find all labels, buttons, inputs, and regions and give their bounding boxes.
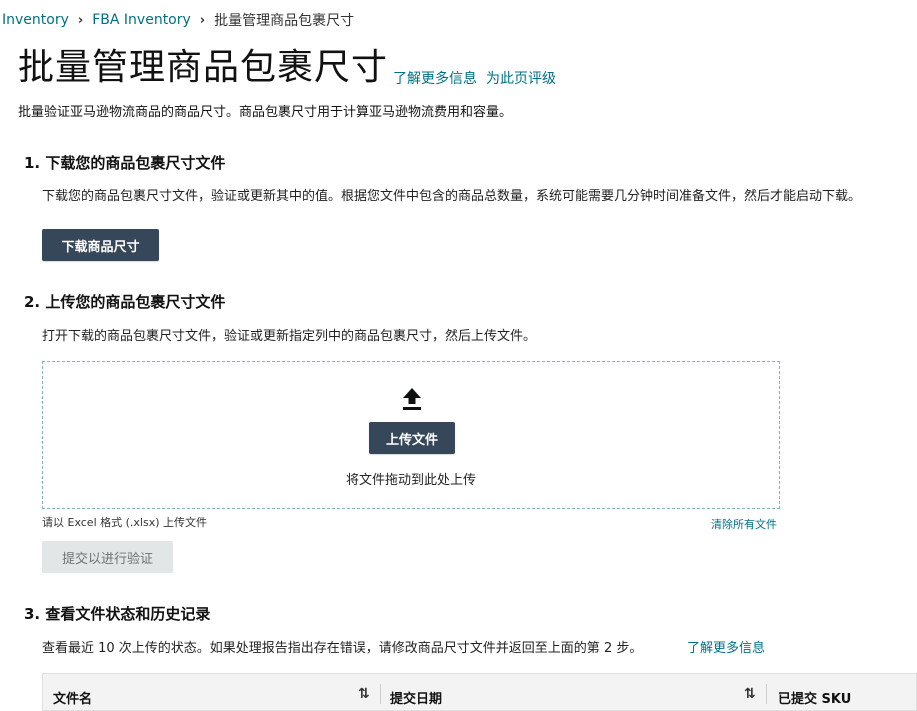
breadcrumb-link-fba-inventory[interactable]: FBA Inventory [92, 12, 191, 28]
rate-page-link[interactable]: 为此页评级 [486, 68, 556, 88]
page-title: 批量管理商品包裹尺寸 [18, 47, 389, 88]
column-header-submit-date[interactable]: 提交日期 [390, 688, 442, 707]
file-format-note: 请以 Excel 格式 (.xlsx) 上传文件 [42, 516, 208, 529]
breadcrumb-current: 批量管理商品包裹尺寸 [214, 13, 355, 29]
step2-heading: 2. 上传您的商品包裹尺寸文件 [24, 293, 226, 311]
breadcrumb: Inventory › FBA Inventory › 批量管理商品包裹尺寸 [2, 10, 354, 30]
step2-text: 打开下载的商品包裹尺寸文件，验证或更新指定列中的商品包裹尺寸，然后上传文件。 [42, 329, 537, 344]
history-table-header: 文件名 ⇅ 提交日期 ⇅ 已提交 SKU [42, 673, 917, 711]
upload-icon [403, 388, 421, 410]
step3-learn-more-link[interactable]: 了解更多信息 [687, 637, 765, 656]
drag-drop-text: 将文件拖动到此处上传 [345, 473, 476, 488]
learn-more-link[interactable]: 了解更多信息 [393, 68, 477, 88]
step1-heading: 1. 下载您的商品包裹尺寸文件 [24, 154, 226, 172]
step3-text: 查看最近 10 次上传的状态。如果处理报告指出存在错误，请修改商品尺寸文件并返回… [42, 641, 643, 656]
column-header-filename[interactable]: 文件名 [53, 688, 92, 707]
step3-heading: 3. 查看文件状态和历史记录 [24, 605, 211, 623]
breadcrumb-link-inventory[interactable]: Inventory [2, 12, 69, 28]
download-dimensions-button[interactable]: 下载商品尺寸 [42, 229, 159, 261]
sort-icon[interactable]: ⇅ [358, 686, 370, 702]
clear-all-files-link[interactable]: 清除所有文件 [711, 516, 777, 532]
column-divider [380, 684, 381, 704]
column-divider [766, 684, 767, 704]
column-header-submitted-sku[interactable]: 已提交 SKU [778, 688, 851, 707]
submit-for-validation-button[interactable]: 提交以进行验证 [42, 541, 173, 573]
sort-icon[interactable]: ⇅ [744, 686, 756, 702]
page-description: 批量验证亚马逊物流商品的商品尺寸。商品包裹尺寸用于计算亚马逊物流费用和容量。 [18, 105, 513, 120]
file-dropzone[interactable]: 上传文件 将文件拖动到此处上传 [42, 361, 780, 509]
chevron-right-icon: › [77, 12, 84, 28]
upload-file-button[interactable]: 上传文件 [369, 422, 455, 454]
chevron-right-icon: › [199, 12, 206, 28]
step1-text: 下载您的商品包裹尺寸文件，验证或更新其中的值。根据您文件中包含的商品总数量，系统… [42, 189, 862, 204]
